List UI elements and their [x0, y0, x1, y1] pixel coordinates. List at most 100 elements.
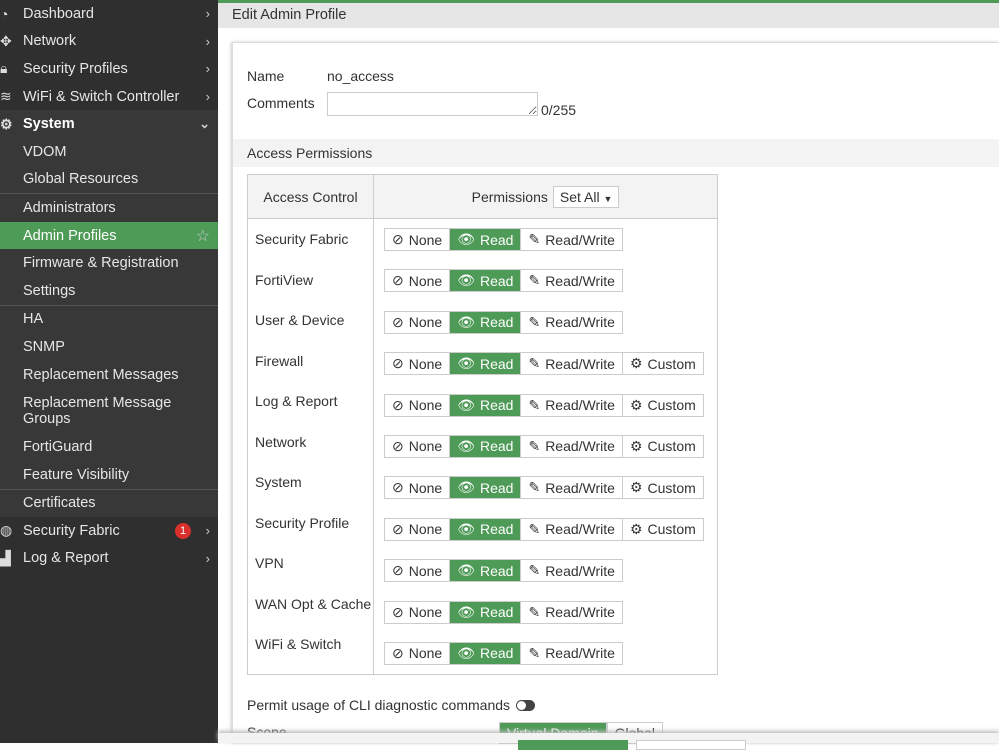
- permission-read-button[interactable]: 👁︎ Read: [450, 394, 522, 416]
- permission-none-button[interactable]: ⊘ None: [385, 353, 451, 375]
- sidebar-item-security-profiles[interactable]: 🔒︎ Security Profiles ›: [0, 55, 218, 83]
- pencil-icon: ✎: [528, 272, 541, 289]
- permission-none-button[interactable]: ⊘ None: [385, 435, 451, 457]
- permission-none-button[interactable]: ⊘ None: [385, 394, 451, 416]
- sidebar-item-label: SNMP: [23, 338, 65, 355]
- permission-custom-button[interactable]: ⚙ Custom: [622, 435, 703, 457]
- permission-read-button[interactable]: 👁︎ Read: [450, 601, 522, 623]
- permission-label: None: [408, 355, 443, 372]
- permission-readwrite-button[interactable]: ✎ Read/Write: [521, 560, 622, 582]
- permission-none-button[interactable]: ⊘ None: [385, 642, 451, 664]
- comments-counter: 0/255: [541, 102, 577, 118]
- sidebar-item-certificates[interactable]: Certificates: [0, 489, 218, 518]
- permission-label: Read: [479, 231, 514, 248]
- permission-readwrite-button[interactable]: ✎ Read/Write: [521, 229, 622, 250]
- column-header-permissions: Permissions: [471, 188, 548, 205]
- permission-custom-button[interactable]: ⚙ Custom: [622, 353, 703, 375]
- sidebar-item-label: Global Resources: [23, 171, 139, 188]
- permission-readwrite-button[interactable]: ✎ Read/Write: [521, 353, 623, 375]
- permission-read-button[interactable]: 👁︎ Read: [450, 518, 522, 540]
- permission-label: Read: [479, 272, 514, 289]
- permissions-table: Access Control Permissions Set All ▼ Sec…: [247, 174, 718, 675]
- footer-bar: [218, 733, 999, 750]
- permission-readwrite-button[interactable]: ✎ Read/Write: [521, 518, 623, 540]
- access-control-label: Firewall: [255, 352, 304, 369]
- permission-custom-button[interactable]: ⚙ Custom: [622, 477, 703, 499]
- sidebar-item-firmware-registration[interactable]: Firmware & Registration: [0, 249, 218, 277]
- permission-none-button[interactable]: ⊘ None: [385, 270, 451, 292]
- permission-group: ⊘ None 👁︎ Read ✎ Read/Write: [384, 641, 623, 665]
- permission-none-button[interactable]: ⊘ None: [385, 601, 451, 623]
- sidebar-item-vdom[interactable]: VDOM: [0, 137, 218, 166]
- permission-label: Read/Write: [545, 355, 615, 372]
- star-icon[interactable]: ☆: [196, 226, 210, 246]
- sidebar: ◔ Dashboard › ✥ Network › 🔒︎ Security Profiles ›…: [0, 0, 218, 743]
- sidebar-item-fortiguard[interactable]: FortiGuard: [0, 433, 218, 461]
- page-title: Edit Admin Profile: [218, 3, 999, 28]
- pencil-icon: ✎: [528, 479, 541, 496]
- permission-readwrite-button[interactable]: ✎ Read/Write: [521, 311, 622, 333]
- sidebar-item-admin-profiles[interactable]: Admin Profiles ☆: [0, 221, 218, 250]
- permission-readwrite-button[interactable]: ✎ Read/Write: [521, 394, 623, 416]
- sidebar-item-label: Dashboard: [23, 5, 94, 22]
- permission-label: Read: [479, 355, 514, 372]
- ban-icon: ⊘: [392, 603, 404, 620]
- pencil-icon: ✎: [528, 231, 541, 247]
- permission-readwrite-button[interactable]: ✎ Read/Write: [521, 435, 623, 457]
- sidebar-item-replacement-message-groups[interactable]: Replacement Message Groups: [0, 388, 218, 434]
- comments-input[interactable]: [327, 92, 538, 116]
- ban-icon: ⊘: [392, 313, 404, 330]
- ban-icon: ⊘: [392, 520, 404, 537]
- permission-label: Custom: [647, 397, 696, 414]
- cancel-button[interactable]: [636, 740, 746, 750]
- sidebar-item-system[interactable]: ⚙ System ⌄: [0, 110, 218, 138]
- permission-read-button[interactable]: 👁︎ Read: [450, 560, 522, 582]
- permission-none-button[interactable]: ⊘ None: [385, 560, 451, 582]
- sidebar-item-label: Certificates: [23, 495, 96, 512]
- gear-icon: ⚙: [629, 437, 643, 454]
- permission-none-button[interactable]: ⊘ None: [385, 229, 451, 250]
- permission-custom-button[interactable]: ⚙ Custom: [622, 518, 703, 540]
- set-all-dropdown[interactable]: Set All ▼: [552, 185, 620, 208]
- sidebar-item-dashboard[interactable]: ◔ Dashboard ›: [0, 0, 218, 28]
- permission-readwrite-button[interactable]: ✎ Read/Write: [521, 270, 622, 292]
- permission-read-button[interactable]: 👁︎ Read: [450, 477, 522, 499]
- sidebar-item-label: Settings: [23, 282, 76, 299]
- permission-label: Read: [479, 314, 514, 331]
- permission-read-button[interactable]: 👁︎ Read: [450, 270, 522, 292]
- permission-readwrite-button[interactable]: ✎ Read/Write: [521, 601, 622, 623]
- cli-toggle[interactable]: [516, 699, 536, 711]
- permission-read-button[interactable]: 👁︎ Read: [450, 435, 522, 457]
- permission-readwrite-button[interactable]: ✎ Read/Write: [521, 642, 622, 664]
- permission-label: Read: [479, 397, 514, 414]
- permission-none-button[interactable]: ⊘ None: [385, 477, 451, 499]
- permission-readwrite-button[interactable]: ✎ Read/Write: [521, 477, 623, 499]
- sidebar-item-administrators[interactable]: Administrators: [0, 194, 218, 222]
- sidebar-item-global-resources[interactable]: Global Resources: [0, 165, 218, 194]
- sidebar-item-snmp[interactable]: SNMP: [0, 333, 218, 361]
- ok-button[interactable]: [518, 740, 628, 750]
- sidebar-item-label: HA: [23, 311, 44, 328]
- sidebar-item-security-fabric[interactable]: ◍ Security Fabric 1 ›: [0, 517, 218, 545]
- sidebar-item-label: Admin Profiles: [23, 227, 117, 244]
- sidebar-item-network[interactable]: ✥ Network ›: [0, 28, 218, 56]
- permission-label: Read/Write: [545, 397, 615, 414]
- access-control-label: Network: [255, 433, 307, 450]
- sidebar-item-replacement-messages[interactable]: Replacement Messages: [0, 360, 218, 389]
- permission-none-button[interactable]: ⊘ None: [385, 518, 451, 540]
- permission-read-button[interactable]: 👁︎ Read: [450, 642, 522, 664]
- notification-badge: 1: [175, 522, 191, 539]
- permission-read-button[interactable]: 👁︎ Read: [450, 229, 522, 250]
- permission-read-button[interactable]: 👁︎ Read: [450, 311, 522, 333]
- permission-custom-button[interactable]: ⚙ Custom: [622, 394, 703, 416]
- lock-icon: 🔒︎: [0, 60, 8, 77]
- sidebar-item-log-report[interactable]: ▟ Log & Report ›: [0, 545, 218, 573]
- permission-label: Read: [479, 604, 514, 621]
- sidebar-item-wifi-switch-controller[interactable]: ≋ WiFi & Switch Controller ›: [0, 83, 218, 111]
- sidebar-item-ha[interactable]: HA: [0, 305, 218, 334]
- gear-icon: ⚙: [629, 355, 643, 372]
- sidebar-item-feature-visibility[interactable]: Feature Visibility: [0, 460, 218, 489]
- sidebar-item-settings[interactable]: Settings: [0, 276, 218, 305]
- permission-none-button[interactable]: ⊘ None: [385, 311, 451, 333]
- permission-read-button[interactable]: 👁︎ Read: [450, 353, 522, 375]
